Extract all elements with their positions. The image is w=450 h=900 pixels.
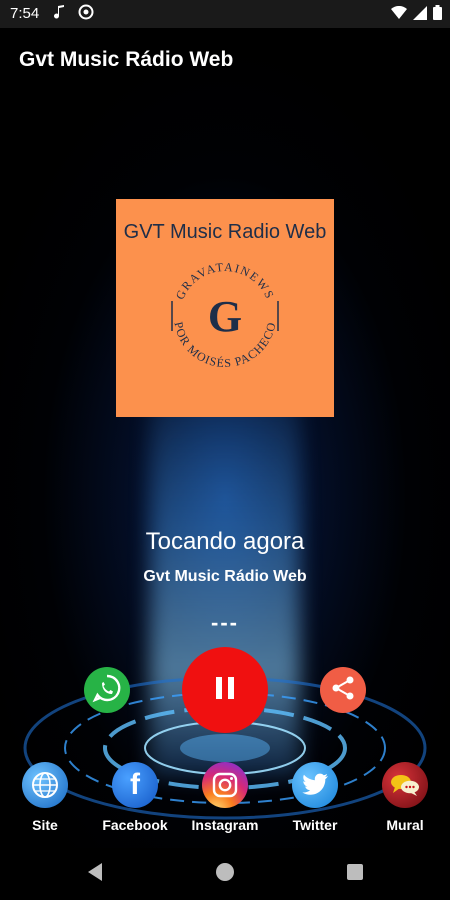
now-playing-label: Tocando agora [145, 528, 305, 555]
instagram-link[interactable]: Instagram [180, 762, 270, 833]
system-navigation-bar [0, 848, 450, 900]
whatsapp-button[interactable] [84, 667, 130, 713]
cover-title: GVT Music Radio Web [123, 221, 327, 243]
site-link[interactable]: Site [0, 762, 90, 833]
twitter-icon [292, 762, 338, 808]
cover-seal-logo: GRAVATAINEWS POR MOISÉS PACHECO G [171, 260, 279, 370]
facebook-link[interactable]: f Facebook [90, 762, 180, 833]
status-bar: 7:54 [0, 0, 450, 28]
status-icons [391, 5, 442, 25]
site-label: Site [32, 817, 58, 833]
instagram-icon [202, 762, 248, 808]
facebook-icon: f [112, 762, 158, 808]
status-time: 7:54 [10, 5, 40, 22]
signal-icon [413, 5, 427, 25]
twitter-link[interactable]: Twitter [270, 762, 360, 833]
track-title: --- [211, 610, 239, 635]
share-icon [330, 675, 356, 706]
battery-icon [433, 5, 442, 25]
app-title: Gvt Music Rádio Web [19, 48, 234, 71]
mural-link[interactable]: Mural [360, 762, 450, 833]
share-button[interactable] [320, 667, 366, 713]
pause-button[interactable] [182, 647, 268, 733]
station-cover-art: GVT Music Radio Web GRAVATAINEWS POR MOI… [116, 199, 334, 417]
wifi-icon [391, 5, 407, 25]
circle-badge-icon [78, 4, 94, 24]
facebook-label: Facebook [102, 817, 168, 833]
globe-icon [22, 762, 68, 808]
home-icon[interactable] [215, 862, 235, 887]
music-note-icon [54, 4, 66, 24]
mural-label: Mural [386, 817, 424, 833]
recents-icon[interactable] [346, 862, 364, 887]
station-name: Gvt Music Rádio Web [143, 568, 307, 585]
chat-bubbles-icon [382, 762, 428, 808]
whatsapp-icon [92, 673, 122, 708]
seal-letter: G [208, 292, 242, 341]
pause-icon [214, 676, 236, 705]
instagram-label: Instagram [191, 817, 259, 833]
back-icon[interactable] [86, 862, 104, 887]
twitter-label: Twitter [292, 817, 338, 833]
